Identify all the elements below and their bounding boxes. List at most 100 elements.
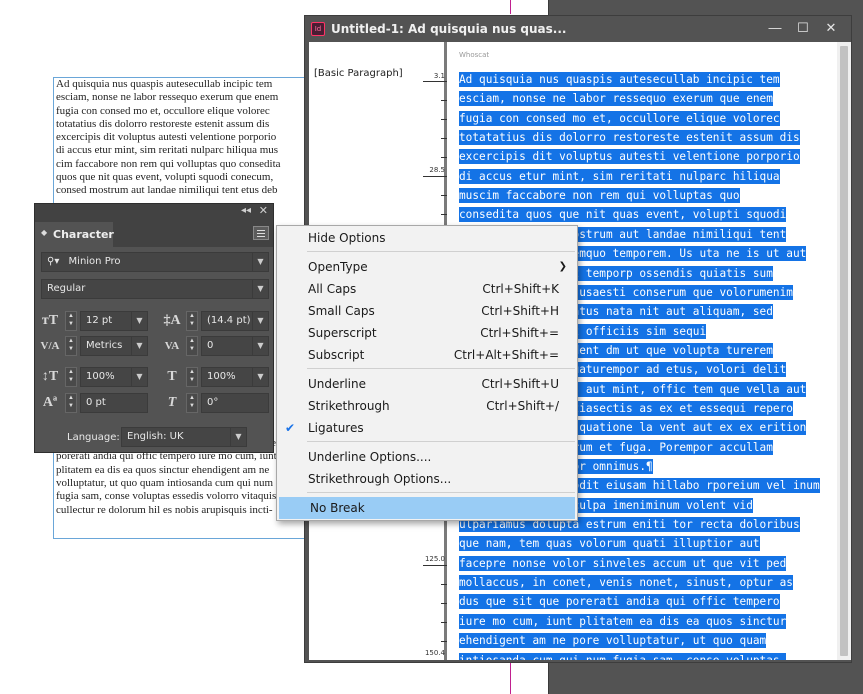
selected-text: muscim faccabore non rem qui volluptas q…: [459, 188, 740, 204]
story-line: intiosanda cum qui num fugia sam, conse …: [459, 652, 787, 660]
chevron-down-icon[interactable]: ▼: [252, 253, 268, 271]
chevron-down-icon[interactable]: ▼: [252, 312, 268, 330]
kerning-value: Metrics: [86, 340, 123, 351]
baseline-shift-stepper[interactable]: ▲ ▼: [65, 393, 77, 413]
story-line: excercipis dit voluptus autesti velentio…: [459, 148, 800, 165]
baseline-shift-field[interactable]: 0 pt: [80, 393, 148, 413]
story-line: fugia con consed mo et, occullore elique…: [459, 110, 780, 127]
ruler-tick: [441, 157, 447, 158]
menu-item-hide-options[interactable]: Hide Options: [277, 227, 577, 249]
ruler-tick: [441, 603, 447, 604]
kerning-stepper[interactable]: ▲ ▼: [65, 336, 77, 356]
panel-close-icon[interactable]: ✕: [259, 204, 268, 217]
language-select[interactable]: English: UK ▼: [121, 427, 247, 447]
font-size-icon: тT: [41, 313, 59, 328]
menu-item-no-break[interactable]: No Break: [279, 497, 575, 519]
collapse-icon[interactable]: ◂◂: [241, 205, 251, 216]
panel-menu-button[interactable]: [253, 226, 269, 240]
menu-item-shortcut: Ctrl+Shift+=: [480, 326, 559, 340]
menu-item-shortcut: Ctrl+Shift+/: [486, 399, 559, 413]
ruler-label: 28.5: [429, 166, 445, 174]
font-style-field[interactable]: Regular ▼: [41, 279, 269, 299]
menu-item-label: Underline: [308, 377, 366, 391]
font-size-stepper[interactable]: ▲ ▼: [65, 311, 77, 331]
vertical-scale-stepper[interactable]: ▲ ▼: [65, 367, 77, 387]
story-editor-titlebar[interactable]: Id Untitled-1: Ad quisquia nus quas... —…: [305, 16, 851, 42]
layout-text-line: totatatius dis dolorro restoreste esteni…: [56, 117, 270, 130]
layout-text-line: cullectur re dolorum hil es nobis arupis…: [56, 503, 273, 516]
minimize-button[interactable]: —: [763, 19, 787, 39]
skew-stepper[interactable]: ▲ ▼: [186, 393, 198, 413]
tracking-stepper[interactable]: ▲ ▼: [186, 336, 198, 356]
menu-separator: [307, 251, 575, 252]
menu-item-all-caps[interactable]: All Caps Ctrl+Shift+K: [277, 278, 577, 300]
story-line: esciam, nonse ne labor ressequo exerum q…: [459, 90, 773, 107]
layout-text-line: fugia con consed mo et, occullore elique…: [56, 104, 270, 117]
leading-field[interactable]: (14.4 pt) ▼: [201, 311, 269, 331]
story-line: consedita quos que nit quas event, volup…: [459, 206, 787, 223]
tracking-field[interactable]: 0 ▼: [201, 336, 269, 356]
vertical-scale-field[interactable]: 100% ▼: [80, 367, 148, 387]
menu-item-opentype[interactable]: OpenType ❯: [277, 256, 577, 278]
menu-separator: [307, 492, 575, 493]
maximize-button[interactable]: ☐: [791, 19, 815, 39]
close-button[interactable]: ✕: [819, 19, 843, 39]
chevron-down-icon[interactable]: ▼: [230, 428, 246, 446]
selected-text: consedita quos que nit quas event, volup…: [459, 207, 787, 223]
menu-item-underline-options[interactable]: Underline Options....: [277, 446, 577, 468]
skew-icon: T: [167, 395, 177, 410]
story-scrollbar[interactable]: [837, 42, 851, 660]
chevron-down-icon[interactable]: ▼: [131, 312, 147, 330]
menu-item-small-caps[interactable]: Small Caps Ctrl+Shift+H: [277, 300, 577, 322]
baseline-shift-value: 0 pt: [86, 397, 106, 408]
character-panel-topbar[interactable]: ◂◂ ✕: [35, 204, 273, 219]
menu-item-strikethrough-options[interactable]: Strikethrough Options...: [277, 468, 577, 490]
kerning-field[interactable]: Metrics ▼: [80, 336, 148, 356]
chevron-down-icon[interactable]: ▼: [131, 337, 147, 355]
horizontal-scale-stepper[interactable]: ▲ ▼: [186, 367, 198, 387]
submenu-arrow-icon: ❯: [558, 261, 567, 272]
horizontal-scale-field[interactable]: 100% ▼: [201, 367, 269, 387]
font-size-field[interactable]: 12 pt ▼: [80, 311, 148, 331]
checkmark-icon: ✔: [285, 421, 296, 435]
menu-item-underline[interactable]: Underline Ctrl+Shift+U: [277, 373, 577, 395]
menu-separator: [307, 441, 575, 442]
menu-item-ligatures[interactable]: ✔ Ligatures: [277, 417, 577, 439]
ruler-tick: [441, 641, 447, 642]
ruler-tick: [423, 176, 447, 177]
menu-item-strikethrough[interactable]: Strikethrough Ctrl+Shift+/: [277, 395, 577, 417]
menu-item-label: Superscript: [308, 326, 377, 340]
menu-item-label: Subscript: [308, 348, 365, 362]
tab-character[interactable]: ◆ Character: [35, 222, 114, 247]
chevron-down-icon[interactable]: ▼: [252, 280, 268, 298]
story-line: ehendigent am ne pore volluptatur, ut qu…: [459, 632, 767, 649]
chevron-down-icon[interactable]: ▼: [252, 368, 268, 386]
leading-stepper[interactable]: ▲ ▼: [186, 311, 198, 331]
language-value: English: UK: [127, 431, 184, 442]
menu-item-label: Strikethrough Options...: [308, 472, 452, 486]
selected-text: dus que sit que porerati andia qui offic…: [459, 594, 780, 610]
leading-value: (14.4 pt): [207, 315, 251, 326]
horizontal-scale-value: 100%: [207, 371, 236, 382]
baseline-shift-icon: Aª: [42, 395, 58, 410]
story-editor-title: Untitled-1: Ad quisquia nus quas...: [331, 22, 567, 36]
skew-value: 0°: [207, 397, 219, 408]
margin-guide-top: [510, 0, 511, 14]
character-panel-header: ◆ Character: [35, 219, 273, 247]
font-family-field[interactable]: ⚲▾ Minion Pro ▼: [41, 252, 269, 272]
selected-text: fugia con consed mo et, occullore elique…: [459, 110, 780, 126]
menu-item-shortcut: Ctrl+Alt+Shift+=: [453, 348, 559, 362]
layout-text-line: quos que nit quas event, volupti squodi …: [56, 171, 274, 184]
menu-separator: [307, 368, 575, 369]
chevron-down-icon[interactable]: ▼: [252, 337, 268, 355]
story-scrollbar-thumb[interactable]: [840, 46, 848, 656]
ruler-label: 3.1: [433, 72, 445, 80]
menu-item-label: Underline Options....: [308, 450, 432, 464]
story-line: muscim faccabore non rem qui volluptas q…: [459, 187, 740, 204]
font-family-value: Minion Pro: [68, 256, 121, 267]
layout-text-line: esciam, nonse ne labor ressequo exerum q…: [56, 91, 279, 104]
menu-item-superscript[interactable]: Superscript Ctrl+Shift+=: [277, 322, 577, 344]
chevron-down-icon[interactable]: ▼: [131, 368, 147, 386]
menu-item-subscript[interactable]: Subscript Ctrl+Alt+Shift+=: [277, 344, 577, 366]
skew-field[interactable]: 0°: [201, 393, 269, 413]
